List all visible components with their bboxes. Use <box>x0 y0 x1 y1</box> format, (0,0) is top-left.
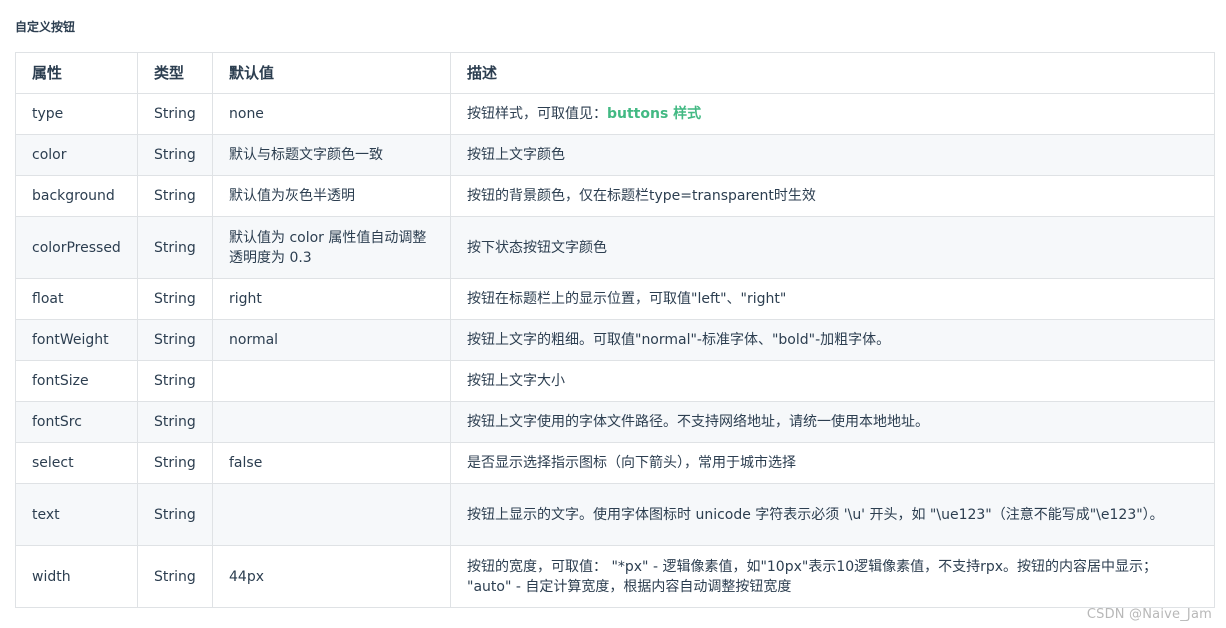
cell-default: right <box>212 278 451 320</box>
cell-type: String <box>137 483 213 546</box>
cell-default <box>212 360 451 402</box>
table-row: fontWeight String normal 按钮上文字的粗细。可取值"no… <box>15 319 1215 361</box>
cell-default: normal <box>212 319 451 361</box>
cell-name: color <box>15 134 138 176</box>
cell-default: 44px <box>212 545 451 608</box>
cell-name: fontSrc <box>15 401 138 443</box>
cell-desc: 按下状态按钮文字颜色 <box>450 216 1215 279</box>
cell-desc: 按钮上文字的粗细。可取值"normal"-标准字体、"bold"-加粗字体。 <box>450 319 1215 361</box>
cell-desc: 按钮样式，可取值见：buttons 样式 <box>450 93 1215 135</box>
cell-type: String <box>137 93 213 135</box>
cell-default <box>212 401 451 443</box>
section-title: 自定义按钮 <box>15 20 76 34</box>
cell-name: width <box>15 545 138 608</box>
cell-default: 默认值为灰色半透明 <box>212 175 451 217</box>
cell-type: String <box>137 545 213 608</box>
cell-desc: 是否显示选择指示图标（向下箭头），常用于城市选择 <box>450 442 1215 484</box>
table-row: fontSize String 按钮上文字大小 <box>15 360 1215 402</box>
cell-type: String <box>137 175 213 217</box>
cell-desc: 按钮在标题栏上的显示位置，可取值"left"、"right" <box>450 278 1215 320</box>
cell-desc: 按钮上显示的文字。使用字体图标时 unicode 字符表示必须 '\u' 开头，… <box>450 483 1215 546</box>
cell-name: fontSize <box>15 360 138 402</box>
header-type: 类型 <box>137 52 213 94</box>
cell-desc-text: 按钮样式，可取值见： <box>467 106 607 122</box>
buttons-style-link[interactable]: buttons 样式 <box>607 106 701 122</box>
cell-desc: 按钮上文字使用的字体文件路径。不支持网络地址，请统一使用本地地址。 <box>450 401 1215 443</box>
table-row: width String 44px 按钮的宽度，可取值： "*px" - 逻辑像… <box>15 545 1215 608</box>
table-row: color String 默认与标题文字颜色一致 按钮上文字颜色 <box>15 134 1215 176</box>
cell-default <box>212 483 451 546</box>
cell-type: String <box>137 278 213 320</box>
cell-desc: 按钮上文字大小 <box>450 360 1215 402</box>
cell-name: type <box>15 93 138 135</box>
table-row: colorPressed String 默认值为 color 属性值自动调整透明… <box>15 216 1215 279</box>
cell-name: fontWeight <box>15 319 138 361</box>
cell-type: String <box>137 319 213 361</box>
csdn-watermark: CSDN @Naive_Jam <box>1086 607 1212 622</box>
cell-type: String <box>137 216 213 279</box>
cell-default: 默认值为 color 属性值自动调整透明度为 0.3 <box>212 216 451 279</box>
cell-type: String <box>137 134 213 176</box>
cell-type: String <box>137 442 213 484</box>
table-header-row: 属性 类型 默认值 描述 <box>15 52 1215 94</box>
cell-name: colorPressed <box>15 216 138 279</box>
table-row: text String 按钮上显示的文字。使用字体图标时 unicode 字符表… <box>15 483 1215 546</box>
cell-default: 默认与标题文字颜色一致 <box>212 134 451 176</box>
cell-desc: 按钮的背景颜色，仅在标题栏type=transparent时生效 <box>450 175 1215 217</box>
cell-desc: 按钮上文字颜色 <box>450 134 1215 176</box>
cell-default: none <box>212 93 451 135</box>
cell-name: text <box>15 483 138 546</box>
table-row: select String false 是否显示选择指示图标（向下箭头），常用于… <box>15 442 1215 484</box>
header-description: 描述 <box>450 52 1215 94</box>
cell-name: select <box>15 442 138 484</box>
header-default: 默认值 <box>212 52 451 94</box>
cell-type: String <box>137 401 213 443</box>
table-row: background String 默认值为灰色半透明 按钮的背景颜色，仅在标题… <box>15 175 1215 217</box>
header-attribute: 属性 <box>15 52 138 94</box>
properties-table: 属性 类型 默认值 描述 type String none 按钮样式，可取值见：… <box>15 52 1215 608</box>
table-row: float String right 按钮在标题栏上的显示位置，可取值"left… <box>15 278 1215 320</box>
cell-type: String <box>137 360 213 402</box>
table-row: fontSrc String 按钮上文字使用的字体文件路径。不支持网络地址，请统… <box>15 401 1215 443</box>
cell-name: background <box>15 175 138 217</box>
cell-default: false <box>212 442 451 484</box>
table-row: type String none 按钮样式，可取值见：buttons 样式 <box>15 93 1215 135</box>
cell-name: float <box>15 278 138 320</box>
cell-desc: 按钮的宽度，可取值： "*px" - 逻辑像素值，如"10px"表示10逻辑像素… <box>450 545 1215 608</box>
